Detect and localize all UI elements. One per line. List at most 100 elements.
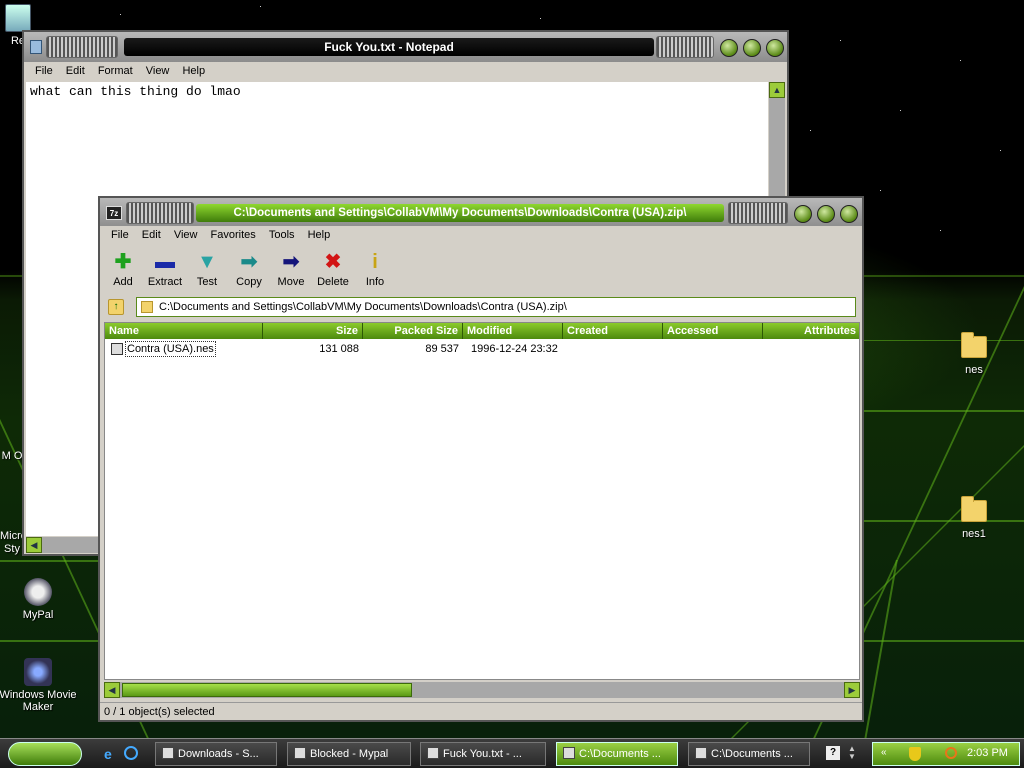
desktop-icon-windows-movie-maker[interactable]: Windows Movie Maker bbox=[0, 658, 78, 713]
file-packed-size: 89 537 bbox=[425, 343, 459, 355]
info-icon: i bbox=[372, 251, 378, 273]
notepad-title: Fuck You.txt - Notepad bbox=[124, 38, 654, 56]
taskbar-item-notepad[interactable]: Fuck You.txt - ... bbox=[420, 742, 546, 766]
status-text: 0 / 1 object(s) selected bbox=[104, 706, 215, 718]
sevenzip-toolbar: ✚ Add ▬ Extract ▼ Test ➡ Copy ➡ Move ✖ D… bbox=[100, 248, 862, 292]
status-bar: 0 / 1 object(s) selected bbox=[100, 702, 862, 720]
menu-help[interactable]: Help bbox=[303, 226, 336, 244]
sevenzip-icon bbox=[695, 747, 707, 759]
move-button[interactable]: ➡ Move bbox=[270, 248, 312, 288]
address-bar: ↑ C:\Documents and Settings\CollabVM\My … bbox=[100, 296, 862, 320]
close-button[interactable] bbox=[766, 39, 784, 57]
test-button[interactable]: ▼ Test bbox=[186, 248, 228, 288]
col-created[interactable]: Created bbox=[563, 323, 663, 339]
col-attributes[interactable]: Attributes bbox=[763, 323, 859, 339]
scroll-thumb[interactable] bbox=[122, 683, 412, 697]
arrow-right-icon: ➡ bbox=[240, 251, 258, 273]
extract-button[interactable]: ▬ Extract bbox=[144, 248, 186, 288]
ie-icon[interactable]: e bbox=[104, 746, 112, 762]
arrow-right-icon: ➡ bbox=[282, 251, 300, 273]
nes-file-icon bbox=[111, 343, 123, 355]
zip-folder-icon bbox=[141, 301, 153, 313]
minimize-button[interactable] bbox=[720, 39, 738, 57]
browser-icon bbox=[162, 747, 174, 759]
notepad-titlebar[interactable]: Fuck You.txt - Notepad bbox=[24, 32, 787, 62]
security-shield-icon[interactable] bbox=[909, 747, 921, 761]
up-folder-icon[interactable]: ↑ bbox=[108, 299, 124, 315]
taskbar-item-mypal[interactable]: Blocked - Mypal bbox=[287, 742, 411, 766]
sevenzip-titlebar[interactable]: 7z C:\Documents and Settings\CollabVM\My… bbox=[100, 198, 862, 228]
sevenzip-menubar: File Edit View Favorites Tools Help bbox=[100, 226, 862, 246]
folder-icon bbox=[961, 332, 987, 358]
file-name: Contra (USA).nes bbox=[125, 341, 216, 357]
menu-file[interactable]: File bbox=[106, 226, 134, 244]
scroll-left-icon[interactable]: ◀ bbox=[26, 537, 42, 553]
add-button[interactable]: ✚ Add bbox=[102, 248, 144, 288]
menu-view[interactable]: View bbox=[141, 62, 175, 80]
taskbar-scroll-icon[interactable]: ▲ ▼ bbox=[848, 745, 856, 761]
taskbar-item-downloads[interactable]: Downloads - S... bbox=[155, 742, 277, 766]
address-input[interactable]: C:\Documents and Settings\CollabVM\My Do… bbox=[136, 297, 856, 317]
taskbar-item-sevenzip-active[interactable]: C:\Documents ... bbox=[556, 742, 678, 766]
help-icon[interactable]: ? bbox=[826, 746, 840, 760]
menu-edit[interactable]: Edit bbox=[61, 62, 90, 80]
notepad-menubar: File Edit Format View Help bbox=[24, 62, 787, 82]
maximize-button[interactable] bbox=[817, 205, 835, 223]
system-tray: « 2:03 PM bbox=[872, 742, 1020, 766]
sevenzip-window: 7z C:\Documents and Settings\CollabVM\My… bbox=[98, 196, 864, 722]
desktop-icon-nes1[interactable]: nes1 bbox=[934, 496, 1014, 540]
tray-chevron-icon[interactable]: « bbox=[881, 747, 887, 758]
notepad-app-icon bbox=[30, 40, 42, 54]
search-icon[interactable] bbox=[945, 747, 957, 759]
file-list-horizontal-scrollbar[interactable]: ◀ ▶ bbox=[104, 682, 860, 698]
mypal-icon bbox=[24, 578, 52, 606]
file-list-header: Name Size Packed Size Modified Created A… bbox=[105, 323, 859, 339]
movie-maker-icon bbox=[24, 658, 52, 686]
scroll-up-icon[interactable]: ▲ bbox=[769, 82, 785, 98]
file-list[interactable]: Name Size Packed Size Modified Created A… bbox=[104, 322, 860, 680]
col-modified[interactable]: Modified bbox=[463, 323, 563, 339]
scroll-right-icon[interactable]: ▶ bbox=[844, 682, 860, 698]
folder-icon bbox=[961, 496, 987, 522]
mypal-icon bbox=[294, 747, 306, 759]
minimize-button[interactable] bbox=[794, 205, 812, 223]
menu-tools[interactable]: Tools bbox=[264, 226, 300, 244]
quick-launch-icon[interactable] bbox=[124, 746, 138, 760]
file-size: 131 088 bbox=[319, 343, 359, 355]
col-accessed[interactable]: Accessed bbox=[663, 323, 763, 339]
recycle-bin-icon bbox=[5, 4, 31, 32]
notepad-text: what can this thing do lmao bbox=[30, 84, 241, 99]
check-icon: ▼ bbox=[197, 251, 217, 273]
close-button[interactable] bbox=[840, 205, 858, 223]
sevenzip-icon bbox=[563, 747, 575, 759]
maximize-button[interactable] bbox=[743, 39, 761, 57]
notepad-icon bbox=[427, 747, 439, 759]
menu-view[interactable]: View bbox=[169, 226, 203, 244]
copy-button[interactable]: ➡ Copy bbox=[228, 248, 270, 288]
file-modified: 1996-12-24 23:32 bbox=[471, 343, 558, 355]
taskbar-item-sevenzip[interactable]: C:\Documents ... bbox=[688, 742, 810, 766]
delete-button[interactable]: ✖ Delete bbox=[312, 248, 354, 288]
col-size[interactable]: Size bbox=[263, 323, 363, 339]
col-packed-size[interactable]: Packed Size bbox=[363, 323, 463, 339]
menu-edit[interactable]: Edit bbox=[137, 226, 166, 244]
table-row[interactable]: Contra (USA).nes 131 088 89 537 1996-12-… bbox=[105, 340, 859, 358]
sevenzip-app-icon: 7z bbox=[106, 206, 122, 220]
menu-favorites[interactable]: Favorites bbox=[206, 226, 261, 244]
desktop-icon-nes[interactable]: nes bbox=[934, 332, 1014, 376]
desktop-icon-mypal[interactable]: MyPal bbox=[0, 578, 78, 621]
info-button[interactable]: i Info bbox=[354, 248, 396, 288]
menu-format[interactable]: Format bbox=[93, 62, 138, 80]
desktop-icon-mo[interactable]: M O bbox=[0, 450, 24, 463]
menu-help[interactable]: Help bbox=[177, 62, 210, 80]
taskbar: e Downloads - S... Blocked - Mypal Fuck … bbox=[0, 738, 1024, 768]
menu-file[interactable]: File bbox=[30, 62, 58, 80]
desktop-icon-micro-sty[interactable]: Micro Sty bbox=[0, 530, 27, 556]
plus-icon: ✚ bbox=[114, 251, 132, 273]
clock[interactable]: 2:03 PM bbox=[967, 747, 1008, 759]
scroll-left-icon[interactable]: ◀ bbox=[104, 682, 120, 698]
x-icon: ✖ bbox=[324, 251, 342, 273]
start-button[interactable] bbox=[8, 742, 82, 766]
col-name[interactable]: Name bbox=[105, 323, 263, 339]
minus-icon: ▬ bbox=[155, 251, 175, 273]
